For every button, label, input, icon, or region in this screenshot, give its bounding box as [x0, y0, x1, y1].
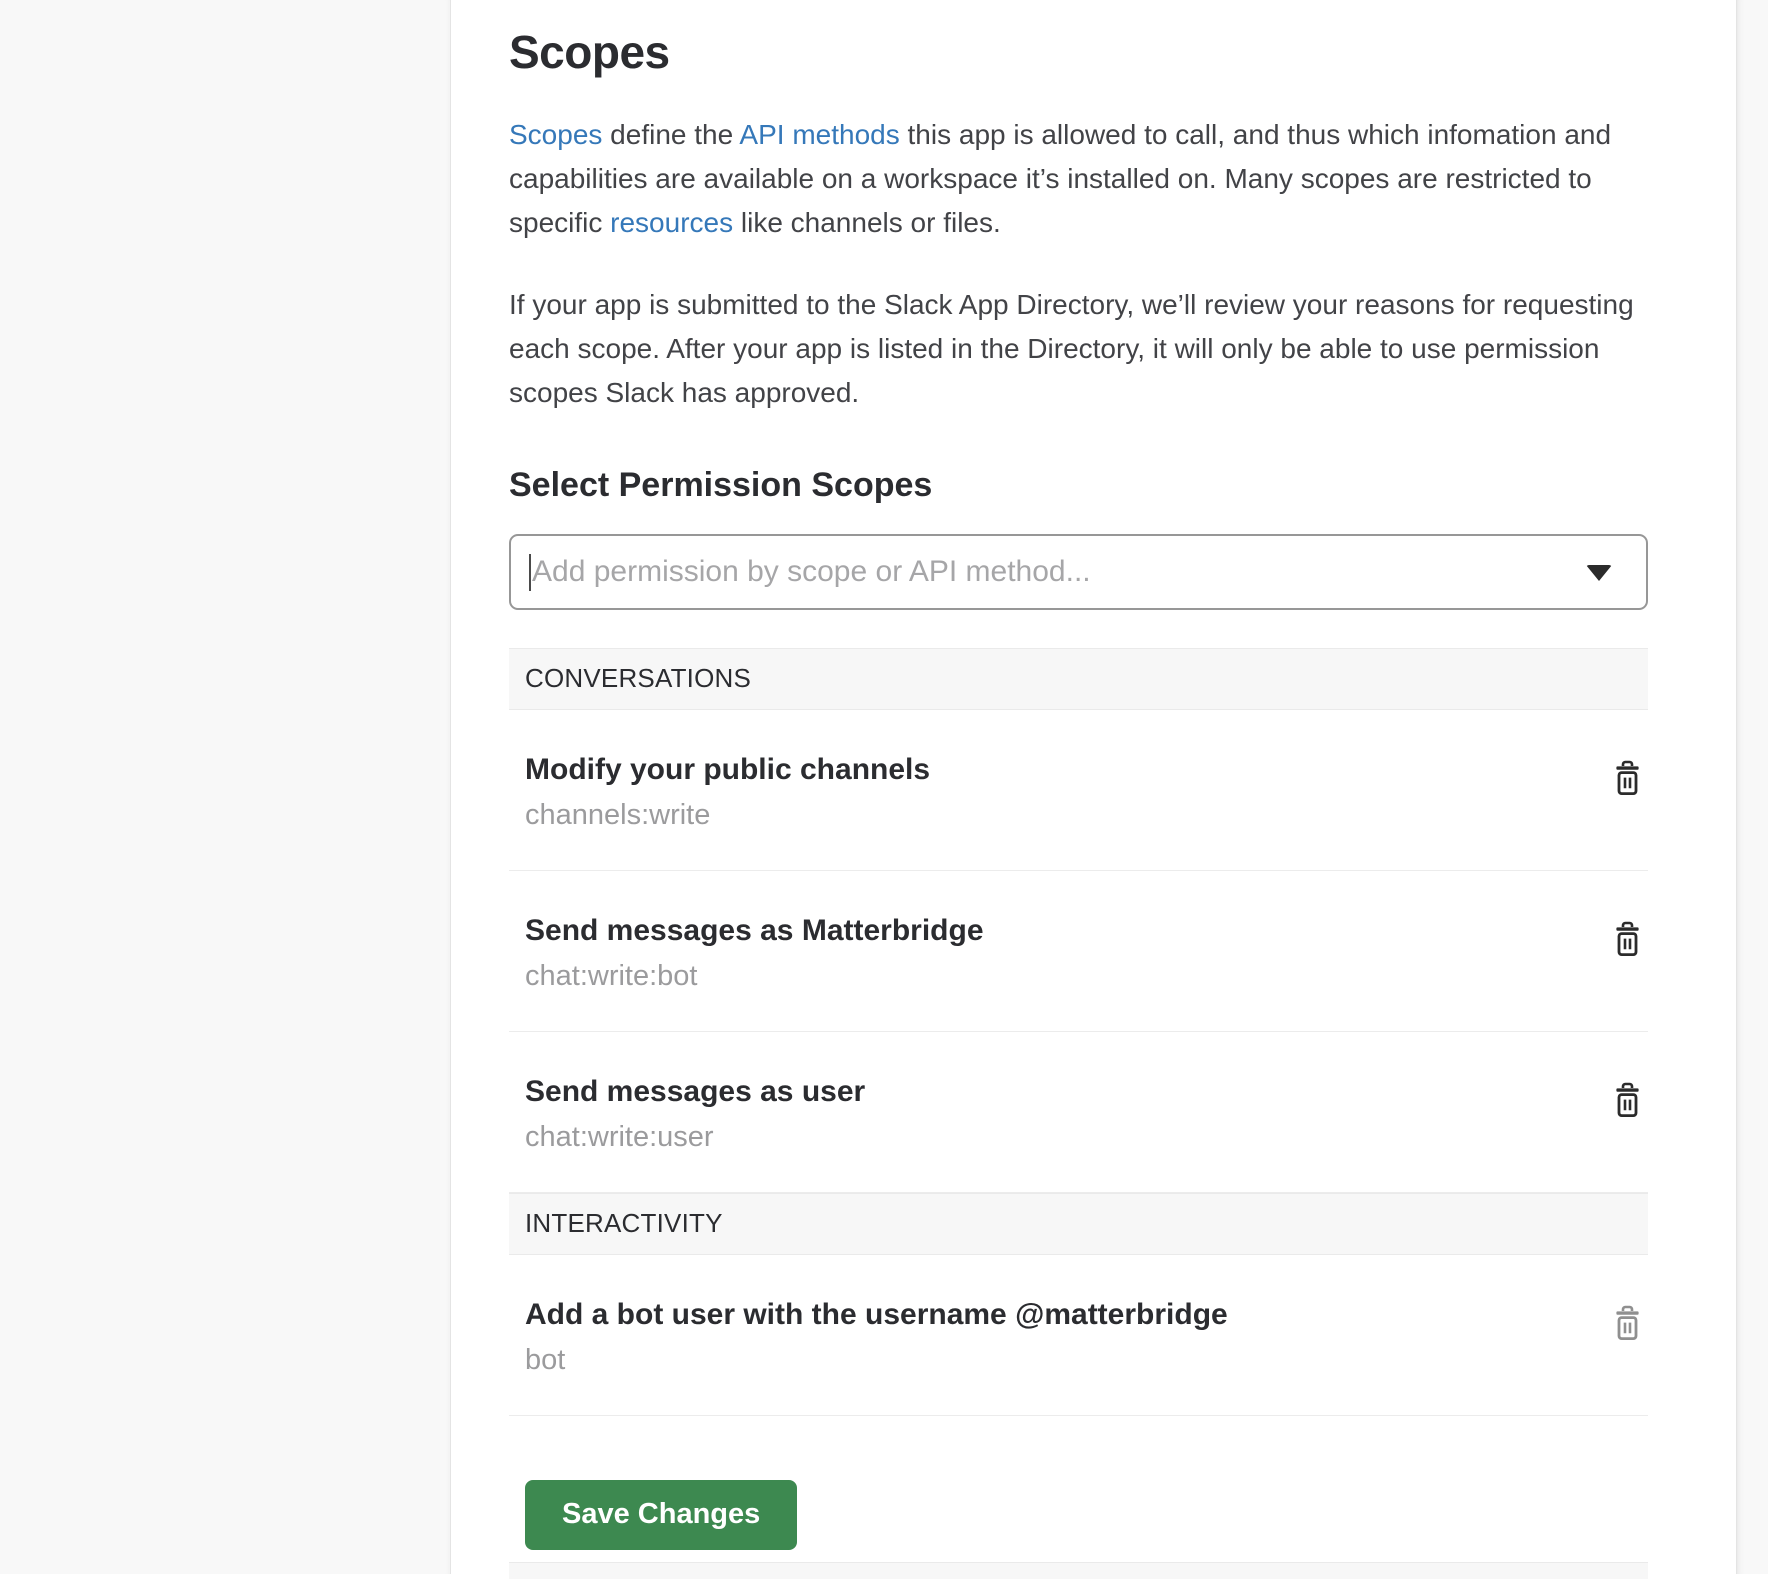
text-cursor	[529, 554, 531, 591]
scope-text: Send messages as user chat:write:user	[525, 1072, 865, 1156]
page: Scopes Scopes define the API methods thi…	[0, 0, 1768, 1574]
scope-search-input[interactable]	[511, 536, 1646, 608]
scope-code: chat:write:bot	[525, 957, 984, 995]
scope-row-channels-write: Modify your public channels channels:wri…	[509, 710, 1648, 871]
trash-icon	[1613, 1082, 1642, 1119]
section-label: CONVERSATIONS	[525, 663, 751, 694]
intro-text: like channels or files.	[733, 207, 1001, 238]
chevron-down-icon[interactable]	[1586, 565, 1612, 581]
scope-text: Add a bot user with the username @matter…	[525, 1295, 1228, 1379]
section-label: INTERACTIVITY	[525, 1208, 723, 1239]
scopes-panel: Scopes Scopes define the API methods thi…	[451, 0, 1736, 1574]
page-title: Scopes	[509, 26, 1648, 79]
scope-title: Send messages as Matterbridge	[525, 911, 984, 951]
scope-code: channels:write	[525, 796, 930, 834]
scope-title: Add a bot user with the username @matter…	[525, 1295, 1228, 1335]
scope-search-combobox[interactable]	[509, 534, 1648, 610]
resources-link[interactable]: resources	[610, 207, 733, 238]
left-sidebar	[0, 0, 451, 1574]
scope-row-chat-write-bot: Send messages as Matterbridge chat:write…	[509, 871, 1648, 1032]
delete-scope-button[interactable]	[1609, 756, 1646, 801]
scope-row-bot: Add a bot user with the username @matter…	[509, 1255, 1648, 1416]
section-header-interactivity: INTERACTIVITY	[509, 1193, 1648, 1255]
api-methods-link[interactable]: API methods	[739, 119, 899, 150]
next-section-edge	[509, 1562, 1648, 1579]
intro-paragraph: Scopes define the API methods this app i…	[509, 113, 1634, 245]
scope-title: Modify your public channels	[525, 750, 930, 790]
intro-text: define the	[602, 119, 739, 150]
page-background-right	[1736, 0, 1768, 1574]
scope-code: bot	[525, 1341, 1228, 1379]
trash-icon	[1613, 921, 1642, 958]
scope-code: chat:write:user	[525, 1118, 865, 1156]
scope-text: Modify your public channels channels:wri…	[525, 750, 930, 834]
select-permission-scopes-heading: Select Permission Scopes	[509, 465, 1648, 506]
scopes-link[interactable]: Scopes	[509, 119, 602, 150]
save-changes-button[interactable]: Save Changes	[525, 1480, 797, 1550]
directory-paragraph: If your app is submitted to the Slack Ap…	[509, 283, 1634, 415]
trash-icon	[1613, 760, 1642, 797]
section-header-conversations: CONVERSATIONS	[509, 648, 1648, 710]
trash-icon	[1613, 1305, 1642, 1342]
scope-title: Send messages as user	[525, 1072, 865, 1112]
scope-text: Send messages as Matterbridge chat:write…	[525, 911, 984, 995]
delete-scope-button[interactable]	[1609, 1301, 1646, 1346]
delete-scope-button[interactable]	[1609, 917, 1646, 962]
delete-scope-button[interactable]	[1609, 1078, 1646, 1123]
scope-row-chat-write-user: Send messages as user chat:write:user	[509, 1032, 1648, 1193]
